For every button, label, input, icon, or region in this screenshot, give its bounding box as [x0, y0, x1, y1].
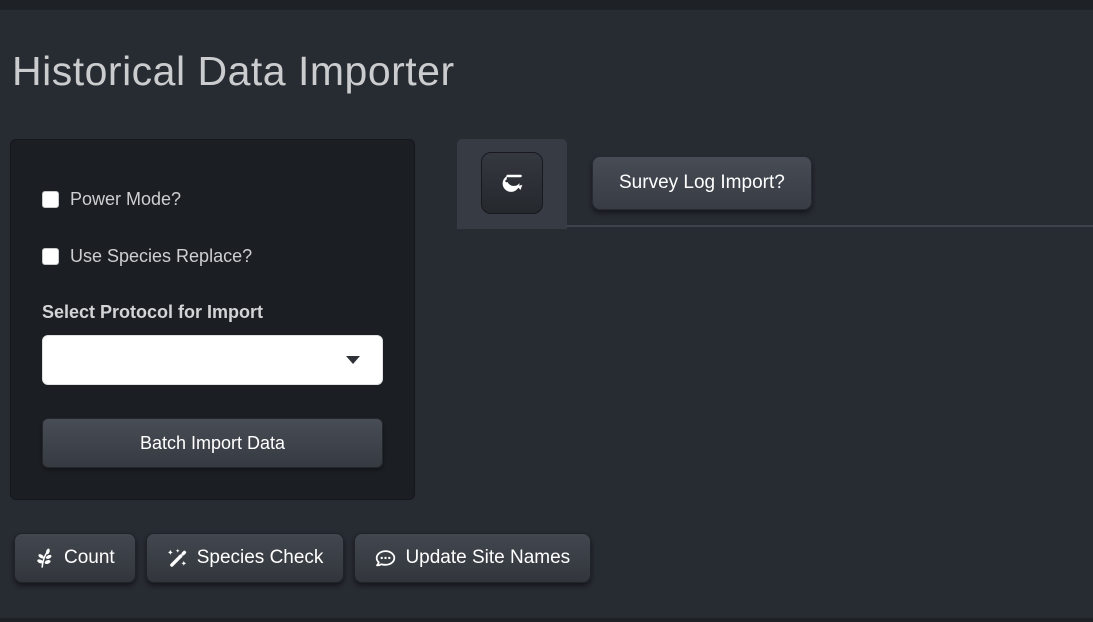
- species-check-button-label: Species Check: [196, 547, 324, 569]
- species-replace-checkbox-row[interactable]: Use Species Replace?: [42, 246, 383, 267]
- update-site-names-button[interactable]: Update Site Names: [354, 533, 592, 584]
- browser-chrome-bottom-bar: [0, 618, 1093, 622]
- comment-dots-icon: [376, 549, 396, 566]
- count-button-label: Count: [64, 547, 115, 569]
- import-panel: Power Mode? Use Species Replace? Select …: [10, 139, 415, 501]
- caret-down-icon: [346, 356, 360, 365]
- protocol-select[interactable]: [42, 335, 383, 386]
- tab-shrimp-import[interactable]: [457, 139, 567, 230]
- main-content: Power Mode? Use Species Replace? Select …: [0, 139, 1093, 501]
- tab-bar: Survey Log Import?: [457, 139, 1093, 230]
- power-mode-label: Power Mode?: [70, 189, 182, 210]
- leaf-icon: [37, 548, 52, 568]
- tab-survey-log-import[interactable]: Survey Log Import?: [592, 156, 812, 211]
- tab-panel-area: Survey Log Import?: [457, 139, 1093, 230]
- species-replace-label: Use Species Replace?: [70, 246, 253, 267]
- power-mode-checkbox[interactable]: [42, 191, 59, 209]
- species-replace-checkbox[interactable]: [42, 248, 59, 266]
- shrimp-tab-button[interactable]: [481, 152, 543, 215]
- update-site-names-button-label: Update Site Names: [405, 547, 571, 569]
- species-check-button[interactable]: Species Check: [145, 533, 345, 584]
- bottom-actions: Count Species Check Update Site Names: [14, 533, 1093, 584]
- count-button[interactable]: Count: [14, 533, 136, 584]
- batch-import-button[interactable]: Batch Import Data: [42, 418, 383, 469]
- power-mode-checkbox-row[interactable]: Power Mode?: [42, 189, 383, 210]
- protocol-select-label: Select Protocol for Import: [42, 302, 264, 323]
- shrimp-icon: [502, 174, 523, 193]
- page-title: Historical Data Importer: [12, 48, 455, 94]
- wand-magic-sparkles-icon: [167, 548, 187, 567]
- browser-chrome-bar: [0, 0, 1093, 10]
